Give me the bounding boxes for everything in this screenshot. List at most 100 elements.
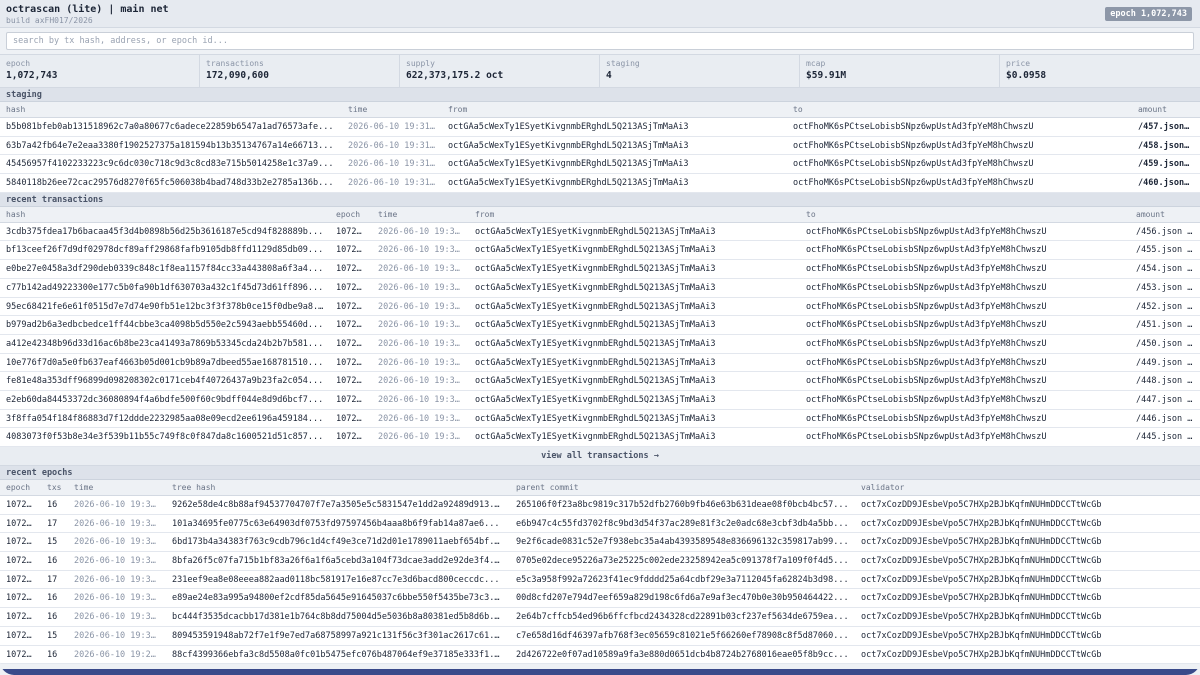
to-address-link[interactable]: octFhoMK6sPCtseLobisbSNpz6wpUstAd3fpYeM8… <box>787 155 1132 173</box>
tx-hash-link[interactable]: c77b142ad49223300e177c5b0fa90b1df630703a… <box>0 279 330 297</box>
tx-hash-link[interactable]: 63b7a42fb64e7e2eaa3380f1902527375a181594… <box>0 137 342 155</box>
from-address-link[interactable]: octGAa5cWexTy1ESyetKivgnmbERghdL5Q213ASj… <box>442 137 787 155</box>
tx-hash-link[interactable]: 4083073f0f53b8e34e3f539b11b55c749f8c0f84… <box>0 428 330 446</box>
epoch-link[interactable]: 1072... <box>0 627 41 645</box>
tx-epoch-link[interactable]: 1072... <box>330 260 372 278</box>
tx-hash-link[interactable]: 3f8ffa054f184f86883d7f12ddde2232985aa08e… <box>0 410 330 428</box>
to-address-link[interactable]: octFhoMK6sPCtseLobisbSNpz6wpUstAd3fpYeM8… <box>800 298 1130 316</box>
tx-epoch-link[interactable]: 1072... <box>330 335 372 353</box>
tx-epoch-link[interactable]: 1072... <box>330 279 372 297</box>
table-row[interactable]: 3cdb375fdea17b6bacaa45f3d4b0898b56d25b36… <box>0 222 1200 242</box>
to-address-link[interactable]: octFhoMK6sPCtseLobisbSNpz6wpUstAd3fpYeM8… <box>787 174 1132 192</box>
table-row[interactable]: 1072... 16 2026-06-10 19:31:11 9262e58de4c8… <box>0 496 1200 515</box>
from-address-link[interactable]: octGAa5cWexTy1ESyetKivgnmbERghdL5Q213ASj… <box>469 279 800 297</box>
to-address-link[interactable]: octFhoMK6sPCtseLobisbSNpz6wpUstAd3fpYeM8… <box>800 354 1130 372</box>
from-address-link[interactable]: octGAa5cWexTy1ESyetKivgnmbERghdL5Q213ASj… <box>469 223 800 241</box>
table-row[interactable]: 63b7a42fb64e7e2eaa3380f1902527375a181594… <box>0 136 1200 156</box>
table-row[interactable]: 4083073f0f53b8e34e3f539b11b55c749f8c0f84… <box>0 428 1200 447</box>
tx-hash-link[interactable]: a412e42348b96d33d16ac6b8be23ca41493a7869… <box>0 335 330 353</box>
table-row[interactable]: e0be27e0458a3df290deb0339c848c1f8ea1157f… <box>0 260 1200 279</box>
table-row[interactable]: 3f8ffa054f184f86883d7f12ddde2232985aa08e… <box>0 409 1200 429</box>
tx-hash-link[interactable]: b5b081bfeb0ab131518962c7a0a80677c6adece2… <box>0 118 342 136</box>
table-row[interactable]: 1072... 16 2026-06-10 19:30:41 8bfa26f5c07f… <box>0 552 1200 571</box>
tx-epoch-link[interactable]: 1072... <box>330 428 372 446</box>
tx-epoch-link[interactable]: 1072... <box>330 298 372 316</box>
to-address-link[interactable]: octFhoMK6sPCtseLobisbSNpz6wpUstAd3fpYeM8… <box>800 335 1130 353</box>
validator-address-link[interactable]: oct7xCozDD9JEsbeVpo5C7HXp2BJbKqfmNUHmDDC… <box>855 496 1200 514</box>
epoch-link[interactable]: 1072... <box>0 608 41 626</box>
validator-address-link[interactable]: oct7xCozDD9JEsbeVpo5C7HXp2BJbKqfmNUHmDDC… <box>855 515 1200 533</box>
table-row[interactable]: 1072... 16 2026-06-10 19:30:21 e89ae24e83a9… <box>0 589 1200 609</box>
epoch-link[interactable]: 1072... <box>0 515 41 533</box>
tx-epoch-link[interactable]: 1072... <box>330 391 372 409</box>
to-address-link[interactable]: octFhoMK6sPCtseLobisbSNpz6wpUstAd3fpYeM8… <box>800 316 1130 334</box>
table-row[interactable]: 1072... 17 2026-06-10 19:31:01 101a34695fe0… <box>0 514 1200 534</box>
to-address-link[interactable]: octFhoMK6sPCtseLobisbSNpz6wpUstAd3fpYeM8… <box>800 279 1130 297</box>
table-row[interactable]: fe81e48a353dff96899d098208302c0171ceb4f4… <box>0 372 1200 391</box>
epoch-link[interactable]: 1072... <box>0 571 41 589</box>
table-row[interactable]: a412e42348b96d33d16ac6b8be23ca41493a7869… <box>0 334 1200 354</box>
validator-address-link[interactable]: oct7xCozDD9JEsbeVpo5C7HXp2BJbKqfmNUHmDDC… <box>855 552 1200 570</box>
table-row[interactable]: bf13ceef26f7d9df02978dcf89aff29868fafb91… <box>0 241 1200 261</box>
to-address-link[interactable]: octFhoMK6sPCtseLobisbSNpz6wpUstAd3fpYeM8… <box>800 372 1130 390</box>
tx-epoch-link[interactable]: 1072... <box>330 241 372 259</box>
tx-hash-link[interactable]: b979ad2b6a3edbcbedce1ff44cbbe3ca4098b5d5… <box>0 316 330 334</box>
from-address-link[interactable]: octGAa5cWexTy1ESyetKivgnmbERghdL5Q213ASj… <box>469 316 800 334</box>
table-row[interactable]: 1072... 15 2026-06-10 19:30:51 6bd173b4a343… <box>0 533 1200 553</box>
table-row[interactable]: 1072... 17 2026-06-10 19:30:31 231eef9ea8e0… <box>0 570 1200 590</box>
from-address-link[interactable]: octGAa5cWexTy1ESyetKivgnmbERghdL5Q213ASj… <box>442 118 787 136</box>
validator-address-link[interactable]: oct7xCozDD9JEsbeVpo5C7HXp2BJbKqfmNUHmDDC… <box>855 627 1200 645</box>
search-input[interactable] <box>6 32 1194 50</box>
to-address-link[interactable]: octFhoMK6sPCtseLobisbSNpz6wpUstAd3fpYeM8… <box>800 391 1130 409</box>
tx-hash-link[interactable]: 10e776f7d0a5e0fb637eaf4663b05d001cb9b89a… <box>0 354 330 372</box>
table-row[interactable]: 95ec68421fe6e61f0515d7e7d74e90fb51e12bc3… <box>0 297 1200 317</box>
to-address-link[interactable]: octFhoMK6sPCtseLobisbSNpz6wpUstAd3fpYeM8… <box>800 410 1130 428</box>
table-row[interactable]: 1072... 16 2026-06-10 19:29:50 88cf4399366e… <box>0 645 1200 664</box>
to-address-link[interactable]: octFhoMK6sPCtseLobisbSNpz6wpUstAd3fpYeM8… <box>800 428 1130 446</box>
from-address-link[interactable]: octGAa5cWexTy1ESyetKivgnmbERghdL5Q213ASj… <box>442 155 787 173</box>
from-address-link[interactable]: octGAa5cWexTy1ESyetKivgnmbERghdL5Q213ASj… <box>442 174 787 192</box>
to-address-link[interactable]: octFhoMK6sPCtseLobisbSNpz6wpUstAd3fpYeM8… <box>800 241 1130 259</box>
from-address-link[interactable]: octGAa5cWexTy1ESyetKivgnmbERghdL5Q213ASj… <box>469 428 800 446</box>
tx-hash-link[interactable]: 45456957f4102233223c9c6dc030c718c9d3c8cd… <box>0 155 342 173</box>
validator-address-link[interactable]: oct7xCozDD9JEsbeVpo5C7HXp2BJbKqfmNUHmDDC… <box>855 646 1200 664</box>
validator-address-link[interactable]: oct7xCozDD9JEsbeVpo5C7HXp2BJbKqfmNUHmDDC… <box>855 589 1200 607</box>
from-address-link[interactable]: octGAa5cWexTy1ESyetKivgnmbERghdL5Q213ASj… <box>469 372 800 390</box>
to-address-link[interactable]: octFhoMK6sPCtseLobisbSNpz6wpUstAd3fpYeM8… <box>800 260 1130 278</box>
from-address-link[interactable]: octGAa5cWexTy1ESyetKivgnmbERghdL5Q213ASj… <box>469 241 800 259</box>
tx-hash-link[interactable]: 3cdb375fdea17b6bacaa45f3d4b0898b56d25b36… <box>0 223 330 241</box>
to-address-link[interactable]: octFhoMK6sPCtseLobisbSNpz6wpUstAd3fpYeM8… <box>787 118 1132 136</box>
tx-hash-link[interactable]: bf13ceef26f7d9df02978dcf89aff29868fafb91… <box>0 241 330 259</box>
table-row[interactable]: b979ad2b6a3edbcbedce1ff44cbbe3ca4098b5d5… <box>0 316 1200 335</box>
tx-epoch-link[interactable]: 1072... <box>330 410 372 428</box>
epoch-link[interactable]: 1072... <box>0 589 41 607</box>
epoch-link[interactable]: 1072... <box>0 646 41 664</box>
epoch-link[interactable]: 1072... <box>0 496 41 514</box>
from-address-link[interactable]: octGAa5cWexTy1ESyetKivgnmbERghdL5Q213ASj… <box>469 298 800 316</box>
table-row[interactable]: 10e776f7d0a5e0fb637eaf4663b05d001cb9b89a… <box>0 353 1200 373</box>
validator-address-link[interactable]: oct7xCozDD9JEsbeVpo5C7HXp2BJbKqfmNUHmDDC… <box>855 571 1200 589</box>
table-row[interactable]: b5b081bfeb0ab131518962c7a0a80677c6adece2… <box>0 118 1200 137</box>
table-row[interactable]: e2eb60da84453372dc36080894f4a6bdfe500f60… <box>0 390 1200 410</box>
tx-hash-link[interactable]: e0be27e0458a3df290deb0339c848c1f8ea1157f… <box>0 260 330 278</box>
table-row[interactable]: 1072... 15 2026-06-10 19:30:00 809453591948… <box>0 626 1200 646</box>
tx-epoch-link[interactable]: 1072... <box>330 316 372 334</box>
from-address-link[interactable]: octGAa5cWexTy1ESyetKivgnmbERghdL5Q213ASj… <box>469 354 800 372</box>
epoch-link[interactable]: 1072... <box>0 533 41 551</box>
validator-address-link[interactable]: oct7xCozDD9JEsbeVpo5C7HXp2BJbKqfmNUHmDDC… <box>855 608 1200 626</box>
to-address-link[interactable]: octFhoMK6sPCtseLobisbSNpz6wpUstAd3fpYeM8… <box>800 223 1130 241</box>
tx-hash-link[interactable]: fe81e48a353dff96899d098208302c0171ceb4f4… <box>0 372 330 390</box>
validator-address-link[interactable]: oct7xCozDD9JEsbeVpo5C7HXp2BJbKqfmNUHmDDC… <box>855 533 1200 551</box>
tx-epoch-link[interactable]: 1072... <box>330 372 372 390</box>
view-all-transactions-link[interactable]: view all transactions → <box>0 447 1200 466</box>
from-address-link[interactable]: octGAa5cWexTy1ESyetKivgnmbERghdL5Q213ASj… <box>469 335 800 353</box>
to-address-link[interactable]: octFhoMK6sPCtseLobisbSNpz6wpUstAd3fpYeM8… <box>787 137 1132 155</box>
epoch-link[interactable]: 1072... <box>0 552 41 570</box>
tx-hash-link[interactable]: e2eb60da84453372dc36080894f4a6bdfe500f60… <box>0 391 330 409</box>
from-address-link[interactable]: octGAa5cWexTy1ESyetKivgnmbERghdL5Q213ASj… <box>469 260 800 278</box>
tx-hash-link[interactable]: 5840118b26ee72cac29576d8270f65fc506038b4… <box>0 174 342 192</box>
tx-epoch-link[interactable]: 1072... <box>330 223 372 241</box>
tx-hash-link[interactable]: 95ec68421fe6e61f0515d7e7d74e90fb51e12bc3… <box>0 298 330 316</box>
table-row[interactable]: 45456957f4102233223c9c6dc030c718c9d3c8cd… <box>0 155 1200 175</box>
tx-epoch-link[interactable]: 1072... <box>330 354 372 372</box>
